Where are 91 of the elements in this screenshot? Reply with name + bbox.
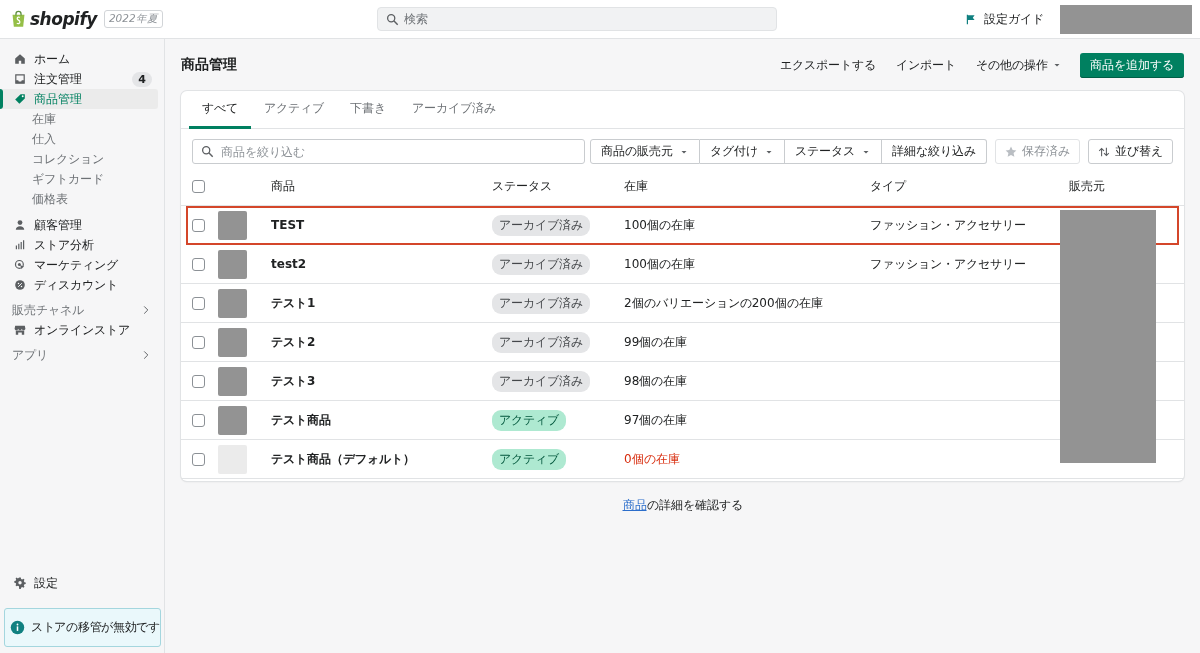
column-header: 販売元 bbox=[1069, 177, 1106, 195]
action-button[interactable]: エクスポートする bbox=[770, 50, 886, 80]
chart-icon bbox=[14, 239, 26, 251]
sidebar-item[interactable]: 商品管理 bbox=[0, 89, 158, 109]
tag-icon bbox=[14, 93, 26, 105]
discount-icon bbox=[14, 279, 26, 291]
sidebar-item[interactable]: マーケティング bbox=[0, 255, 158, 275]
column-header: 商品 bbox=[271, 177, 296, 195]
sort-icon bbox=[1098, 145, 1110, 158]
page-title: 商品管理 bbox=[181, 56, 238, 74]
status-tag: アーカイブ済み bbox=[492, 331, 590, 353]
store-icon bbox=[14, 324, 26, 336]
tab[interactable]: アーカイブ済み bbox=[399, 91, 509, 129]
add-product-button[interactable]: 商品を追加する bbox=[1080, 52, 1184, 78]
checkbox[interactable] bbox=[192, 257, 205, 271]
column-header: 在庫 bbox=[624, 177, 649, 195]
product-name[interactable]: テスト2 bbox=[271, 333, 492, 351]
filter-button[interactable]: 詳細な絞り込み bbox=[882, 139, 987, 164]
search-icon bbox=[385, 13, 399, 26]
edition-label: 2022年夏 bbox=[103, 10, 163, 28]
product-name[interactable]: テスト3 bbox=[271, 372, 492, 390]
info-icon bbox=[10, 620, 25, 635]
table-cell-text: 100個の在庫 bbox=[624, 255, 696, 273]
sidebar-item[interactable]: ディスカウント bbox=[0, 275, 158, 295]
table-cell-text: 99個の在庫 bbox=[624, 333, 689, 351]
sidebar-item[interactable]: ホーム bbox=[0, 49, 158, 69]
setup-guide-button[interactable]: 設定ガイド bbox=[961, 6, 1048, 32]
column-header: タイプ bbox=[870, 177, 908, 195]
sidebar-subitem[interactable]: 在庫 bbox=[0, 109, 164, 129]
table-cell-text: ファッション・アクセサリー bbox=[870, 255, 1027, 273]
status-tag: アーカイブ済み bbox=[492, 370, 590, 392]
checkbox[interactable] bbox=[192, 218, 205, 232]
status-tag: アーカイブ済み bbox=[492, 214, 590, 236]
sidebar-subitem[interactable]: 仕入 bbox=[0, 129, 164, 149]
filter-button[interactable]: タグ付け bbox=[700, 139, 785, 164]
sidebar-subitem[interactable]: コレクション bbox=[0, 149, 164, 169]
checkbox[interactable] bbox=[192, 374, 205, 388]
status-tag: アーカイブ済み bbox=[492, 292, 590, 314]
tab[interactable]: 下書き bbox=[337, 91, 399, 129]
inbox-icon bbox=[14, 73, 26, 85]
search-icon bbox=[201, 145, 214, 158]
sidebar-item[interactable]: オンラインストア bbox=[0, 320, 158, 340]
checkbox[interactable] bbox=[192, 413, 205, 427]
checkbox[interactable] bbox=[192, 179, 205, 193]
gear-icon bbox=[14, 577, 26, 589]
sidebar-item[interactable]: ストア分析 bbox=[0, 235, 158, 255]
sort-button[interactable]: 並び替え bbox=[1088, 139, 1173, 164]
logo-text: shopify bbox=[30, 9, 97, 29]
sidebar-item[interactable]: 設定 bbox=[0, 573, 158, 593]
count-badge: 4 bbox=[132, 71, 152, 87]
search-field[interactable]: 検索 bbox=[376, 7, 777, 31]
checkbox[interactable] bbox=[192, 335, 205, 349]
product-name[interactable]: テスト商品（デフォルト） bbox=[271, 450, 492, 468]
help-text: 商品の詳細を確認する bbox=[621, 497, 744, 514]
table-cell-text: 2個のバリエーションの200個の在庫 bbox=[624, 294, 824, 312]
filter-button[interactable]: ステータス bbox=[785, 139, 882, 164]
product-name[interactable]: TEST bbox=[271, 218, 492, 232]
shopping-bag-icon bbox=[10, 9, 27, 29]
table-cell-text: 0個の在庫 bbox=[624, 450, 681, 468]
checkbox[interactable] bbox=[192, 452, 205, 466]
table-cell-text: 100個の在庫 bbox=[624, 216, 696, 234]
products-link[interactable]: 商品 bbox=[622, 498, 647, 512]
action-button[interactable]: インポート bbox=[886, 50, 966, 80]
person-icon bbox=[14, 219, 26, 231]
product-name[interactable]: テスト1 bbox=[271, 294, 492, 312]
status-tag: アーカイブ済み bbox=[492, 253, 590, 275]
table-cell-text: 98個の在庫 bbox=[624, 372, 689, 390]
status-tag: アクティブ bbox=[492, 409, 566, 431]
product-name[interactable]: test2 bbox=[271, 257, 492, 271]
star-icon bbox=[1005, 145, 1017, 158]
sidebar-subitem[interactable]: 価格表 bbox=[0, 189, 164, 209]
tab[interactable]: アクティブ bbox=[251, 91, 337, 129]
section-title: アプリ bbox=[12, 346, 48, 364]
section-title: 販売チャネル bbox=[12, 301, 84, 319]
sidebar-item[interactable]: 顧客管理 bbox=[0, 215, 158, 235]
product-name[interactable]: テスト商品 bbox=[271, 411, 492, 429]
column-header: ステータス bbox=[492, 177, 553, 195]
filter-button[interactable]: 商品の販売元 bbox=[590, 139, 700, 164]
action-button[interactable]: その他の操作 bbox=[966, 50, 1072, 80]
checkbox[interactable] bbox=[192, 296, 205, 310]
notice-text: ストアの移管が無効です bbox=[31, 620, 160, 635]
tab[interactable]: すべて bbox=[189, 91, 251, 129]
sidebar-subitem[interactable]: ギフトカード bbox=[0, 169, 164, 189]
sidebar-item[interactable]: 注文管理 4 bbox=[0, 69, 158, 89]
filter-field[interactable]: 商品を絞り込む bbox=[192, 139, 585, 164]
home-icon bbox=[14, 53, 26, 65]
table-cell-text: ファッション・アクセサリー bbox=[870, 216, 1027, 234]
table-cell-text: 97個の在庫 bbox=[624, 411, 689, 429]
target-icon bbox=[14, 259, 26, 271]
status-tag: アクティブ bbox=[492, 448, 566, 470]
flag-icon bbox=[965, 12, 977, 26]
